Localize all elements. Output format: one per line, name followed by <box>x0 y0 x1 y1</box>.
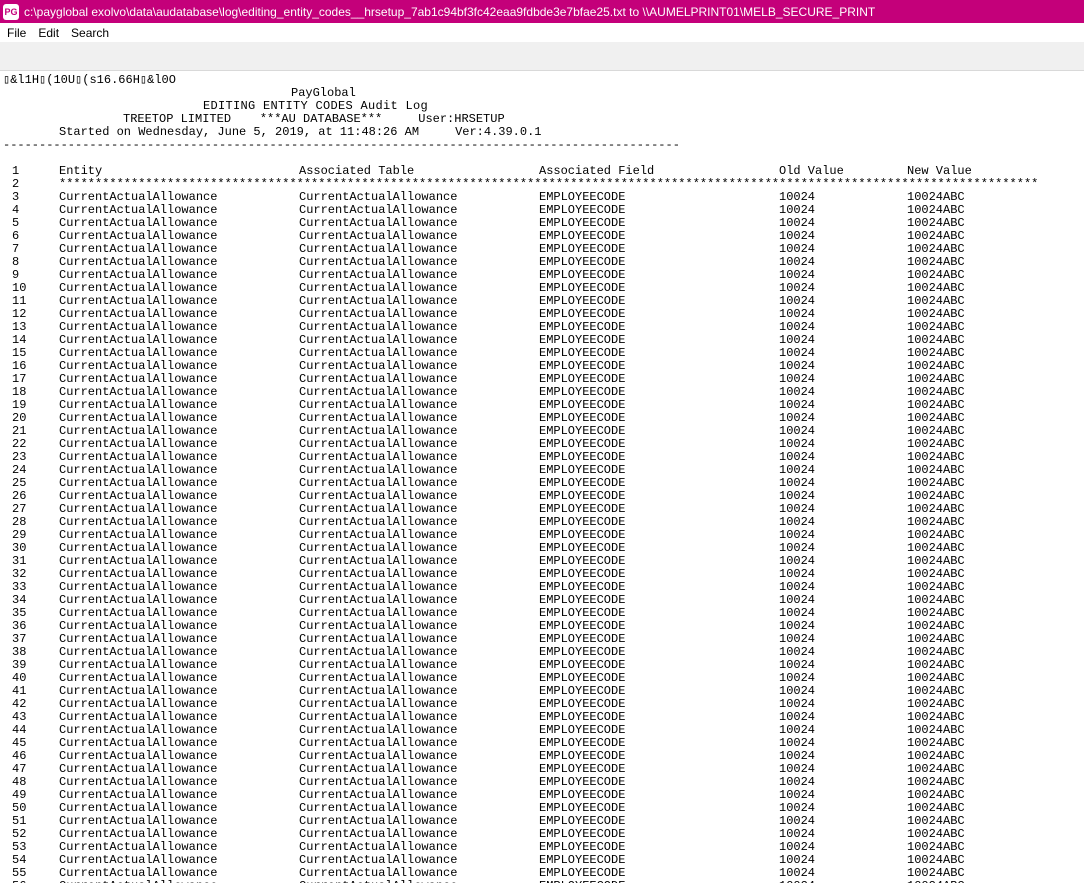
document-view[interactable]: ▯&l1H▯(10U▯(s16.66H▯&l0O PayGlobal EDITI… <box>0 71 1084 883</box>
menu-search[interactable]: Search <box>64 26 114 40</box>
toolbar-area <box>0 42 1084 71</box>
printer-escape-line: ▯&l1H▯(10U▯(s16.66H▯&l0O <box>3 73 176 87</box>
title-bar: PG c:\payglobal exolvo\data\audatabase\l… <box>0 0 1084 23</box>
menu-edit[interactable]: Edit <box>31 26 64 40</box>
window-title: c:\payglobal exolvo\data\audatabase\log\… <box>24 4 876 19</box>
menu-file[interactable]: File <box>0 26 31 40</box>
separator-line: ----------------------------------------… <box>3 138 680 152</box>
menu-bar: File Edit Search <box>0 23 1084 42</box>
payglobal-app-icon: PG <box>3 3 19 20</box>
